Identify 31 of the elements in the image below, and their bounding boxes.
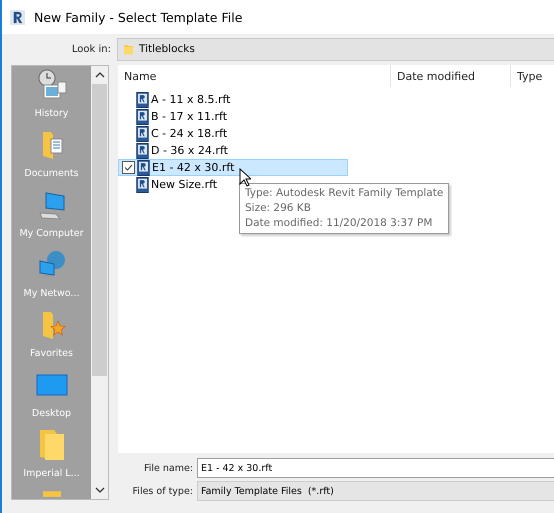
look-in-dropdown[interactable]: Titleblocks (117, 38, 554, 60)
revit-file-icon (136, 142, 149, 158)
file-name-label: File name: (142, 462, 193, 474)
file-row[interactable]: E1 - 42 x 30.rft (118, 159, 348, 176)
scroll-down-icon[interactable] (94, 486, 104, 494)
scrollbar[interactable] (91, 66, 108, 499)
file-row[interactable]: C - 24 x 18.rft (118, 125, 348, 142)
file-type-dropdown[interactable]: Family Template Files (*.rft) (197, 481, 554, 501)
column-header[interactable]: Type (510, 65, 554, 87)
column-header[interactable]: Name (118, 65, 390, 87)
file-row[interactable]: D - 36 x 24.rft (118, 142, 348, 159)
revit-file-icon (136, 126, 149, 142)
folder-icon (42, 489, 60, 499)
folder-icon (124, 43, 133, 55)
column-header[interactable]: Date modified (390, 65, 510, 87)
look-in-label: Look in: (70, 44, 111, 54)
revit-file-icon (137, 160, 150, 176)
window-title: New Family - Select Template File (34, 10, 242, 24)
revit-file-icon (136, 108, 149, 124)
file-tooltip: Type: Autodesk Revit Family Template Size: 296 KB Date modified: 11/20/2018 3:37 PM (239, 183, 450, 234)
revit-file-icon (136, 92, 149, 108)
app-logo-icon (10, 10, 25, 24)
check-icon[interactable] (122, 161, 135, 174)
scroll-up-icon[interactable] (94, 71, 104, 79)
revit-file-icon (136, 176, 149, 192)
file-type-label: Files of type: (132, 486, 193, 496)
clock-pictures-icon (36, 69, 68, 101)
mouse-cursor-icon (239, 168, 251, 187)
file-name-field[interactable]: E1 - 42 x 30.rft (197, 458, 554, 478)
file-row[interactable]: B - 17 x 11.rft (118, 108, 348, 125)
file-row[interactable]: A - 11 x 8.5.rft (118, 91, 348, 108)
